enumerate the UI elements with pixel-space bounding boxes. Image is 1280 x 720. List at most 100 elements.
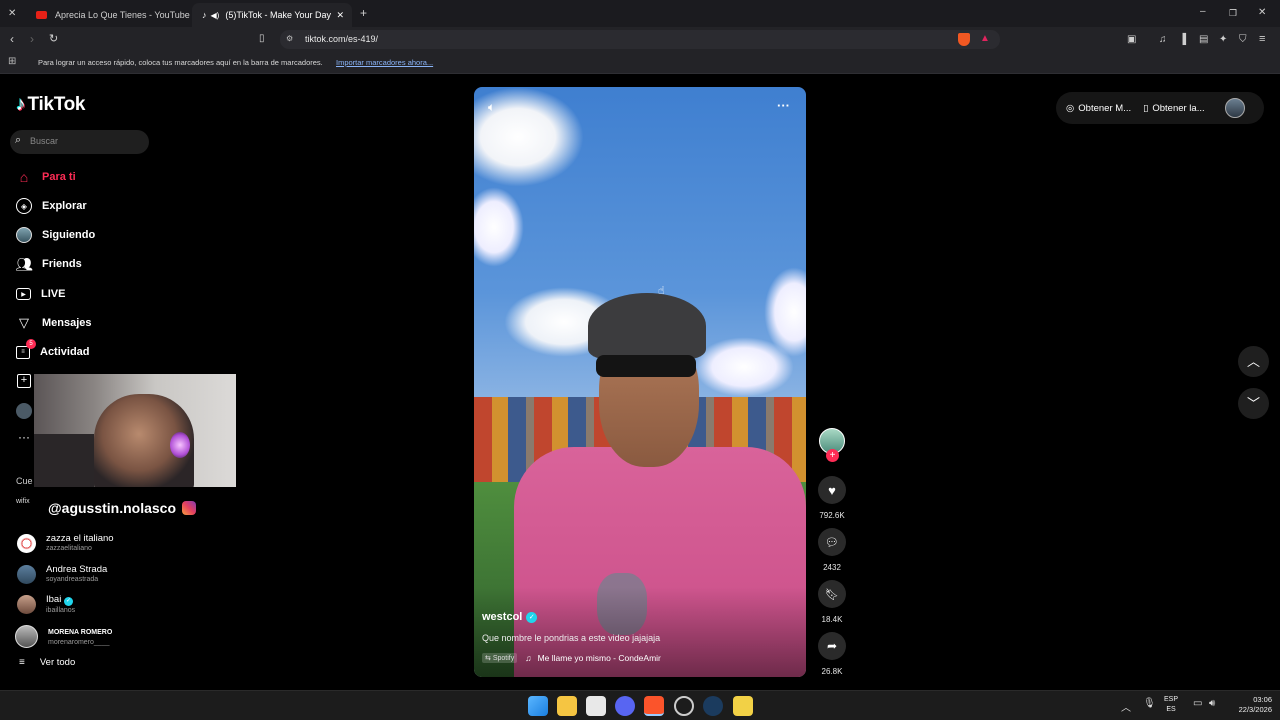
more-options-icon[interactable]: ··· bbox=[777, 98, 790, 113]
url-field[interactable]: ⚙ tiktok.com/es-419/ ▲ bbox=[280, 30, 1000, 49]
volume-tray-icon[interactable]: 🔊︎ bbox=[1209, 698, 1215, 709]
new-tab-icon[interactable]: + bbox=[360, 7, 367, 19]
start-icon[interactable] bbox=[528, 696, 548, 716]
clock[interactable]: 03:06 22/3/2026 bbox=[1226, 695, 1272, 715]
nav-explorar[interactable]: ◈ Explorar bbox=[16, 195, 87, 217]
tab-tiktok[interactable]: ♪ ◀) (5)TikTok - Make Your Day ✕ bbox=[192, 3, 352, 27]
steam-icon[interactable] bbox=[703, 696, 723, 716]
sidebar-toggle-icon[interactable]: ▣ bbox=[1127, 34, 1136, 46]
nav-actividad[interactable]: ≡ 5 Actividad bbox=[16, 338, 90, 363]
get-app-button[interactable]: ▯ Obtener la... bbox=[1143, 103, 1205, 114]
account-morena[interactable]: MORENA ROMERO morenaromero____ bbox=[15, 625, 112, 648]
tiktok-logo[interactable]: ♪ TikTok bbox=[16, 94, 85, 116]
avatar bbox=[17, 533, 36, 553]
nav-label: Mensajes bbox=[42, 317, 92, 329]
save-button[interactable]: 🔖︎ bbox=[818, 580, 846, 608]
tab-menu-icon[interactable]: ✕ bbox=[8, 8, 16, 20]
avatar bbox=[17, 595, 36, 614]
chrome-like-icon[interactable] bbox=[674, 696, 694, 716]
youtube-icon bbox=[36, 11, 47, 19]
hand-cursor-icon: ☝︎ bbox=[658, 285, 665, 297]
music-row[interactable]: ⇆ Spotify ♫ Me llame yo mismo - CondeAmi… bbox=[482, 653, 661, 663]
video-player[interactable]: 🔈︎ ··· westcol ✓ Que nombre le pondrias … bbox=[474, 87, 806, 677]
import-bookmarks-link[interactable]: Importar marcadores ahora... bbox=[336, 58, 433, 67]
coins-icon: ◎ bbox=[1066, 102, 1075, 114]
user-avatar[interactable] bbox=[1224, 98, 1245, 118]
comment-icon: 💬︎ bbox=[825, 536, 839, 549]
nav-label: Explorar bbox=[42, 200, 87, 212]
back-icon[interactable]: ‹ bbox=[10, 33, 14, 45]
share-button[interactable]: ➦ bbox=[818, 632, 846, 660]
like-count: 792.6K bbox=[819, 511, 845, 520]
account-name-text: Ibai bbox=[46, 594, 62, 605]
spotify-tag[interactable]: ⇆ Spotify bbox=[482, 653, 518, 663]
prev-video-button[interactable]: ︿ bbox=[1238, 346, 1269, 377]
minimize-icon[interactable]: – bbox=[1200, 6, 1206, 18]
tab-youtube[interactable]: Aprecia Lo Que Tienes - YouTube bbox=[26, 3, 191, 27]
leo-ai-icon[interactable]: ✦ bbox=[1219, 34, 1227, 46]
more-icon[interactable]: ··· bbox=[18, 430, 30, 444]
close-tab-icon[interactable]: ✕ bbox=[336, 10, 344, 21]
accounts-header: Cue bbox=[16, 476, 33, 486]
file-explorer-icon[interactable] bbox=[557, 696, 577, 716]
vpn-icon[interactable]: ⛉ bbox=[1239, 34, 1247, 46]
wallet-icon[interactable]: ▤ bbox=[1199, 34, 1208, 46]
comment-button[interactable]: 💬︎ bbox=[818, 528, 846, 556]
profile-avatar-icon[interactable] bbox=[16, 403, 32, 419]
tray-chevron-icon[interactable]: ︿ bbox=[1121, 699, 1131, 714]
app-icon[interactable] bbox=[733, 696, 753, 716]
person-cap bbox=[588, 293, 706, 359]
like-button[interactable]: ♥ bbox=[818, 476, 846, 504]
nav-mensajes[interactable]: ▽ Mensajes bbox=[16, 312, 92, 334]
see-all-link[interactable]: ≡ Ver todo bbox=[19, 657, 75, 668]
apps-grid-icon[interactable]: ⊞ bbox=[8, 56, 16, 67]
tiktok-app: ♪ TikTok ⌕ Buscar ⌂ Para ti ◈ Explorar S… bbox=[0, 75, 1280, 690]
network-icon[interactable]: ▭ bbox=[1193, 698, 1202, 709]
nav-friends[interactable]: 👥︎ Friends bbox=[15, 253, 82, 275]
store-icon[interactable] bbox=[586, 696, 606, 716]
bookmarks-hint: Para lograr un acceso rápido, coloca tus… bbox=[38, 58, 323, 67]
account-andrea[interactable]: Andrea Strada soyandreastrada bbox=[17, 564, 107, 584]
speaker-icon: ◀) bbox=[210, 10, 220, 20]
next-video-button[interactable]: ﹀ bbox=[1238, 388, 1269, 419]
media-icon[interactable]: ♫ bbox=[1159, 34, 1167, 46]
webcam-overlay bbox=[34, 374, 236, 487]
account-ibai[interactable]: Ibai ✓ ibaillanos bbox=[17, 594, 75, 615]
account-handle: morenaromero____ bbox=[48, 638, 110, 646]
headset-light bbox=[170, 432, 190, 458]
account-zazza[interactable]: zazza el italiano zazzaelitaliano bbox=[17, 533, 114, 553]
overlay-handle: @agusstin.nolasco bbox=[48, 500, 177, 516]
following-avatar-icon bbox=[16, 227, 32, 243]
close-window-icon[interactable]: ✕ bbox=[1258, 7, 1266, 19]
nav-para-ti[interactable]: ⌂ Para ti bbox=[16, 166, 76, 188]
nav-live[interactable]: ▶ LIVE bbox=[16, 283, 65, 305]
volume-icon[interactable]: 🔈︎ bbox=[488, 100, 495, 115]
save-count: 18.4K bbox=[821, 615, 843, 624]
menu-icon[interactable]: ≡ bbox=[1259, 33, 1265, 45]
bookmark-icon: 🔖︎ bbox=[825, 588, 839, 601]
brave-rewards-icon[interactable]: ▲ bbox=[980, 33, 990, 44]
language-indicator[interactable]: ESP ES bbox=[1164, 695, 1178, 715]
nav-label: LIVE bbox=[41, 288, 66, 300]
discord-icon[interactable] bbox=[615, 696, 635, 716]
nav-label: Siguiendo bbox=[42, 229, 96, 241]
search-box[interactable]: ⌕ Buscar bbox=[10, 130, 149, 154]
share-count: 26.8K bbox=[821, 667, 843, 676]
mic-icon[interactable]: 🎙︎ bbox=[1143, 698, 1156, 709]
upload-icon[interactable]: + bbox=[17, 374, 31, 388]
brave-shield-icon[interactable] bbox=[958, 33, 970, 46]
video-author[interactable]: westcol ✓ bbox=[482, 611, 538, 623]
forward-icon[interactable]: › bbox=[30, 33, 34, 45]
get-coins-button[interactable]: ◎ Obtener M... bbox=[1066, 103, 1131, 114]
brave-icon[interactable] bbox=[644, 696, 664, 716]
reload-icon[interactable]: ↻ bbox=[49, 33, 58, 45]
webcam-dark-panel bbox=[34, 434, 94, 487]
bookmark-icon[interactable]: ▯ bbox=[259, 33, 265, 45]
restore-icon[interactable]: ❐ bbox=[1229, 7, 1237, 19]
list-icon: ≡ bbox=[19, 657, 25, 668]
nav-siguiendo[interactable]: Siguiendo bbox=[16, 224, 95, 246]
search-input[interactable]: Buscar bbox=[30, 136, 58, 146]
follow-plus-icon[interactable]: + bbox=[826, 449, 839, 462]
site-info-icon[interactable]: ⚙ bbox=[286, 34, 293, 43]
panel-icon[interactable]: ▐ bbox=[1179, 34, 1186, 46]
